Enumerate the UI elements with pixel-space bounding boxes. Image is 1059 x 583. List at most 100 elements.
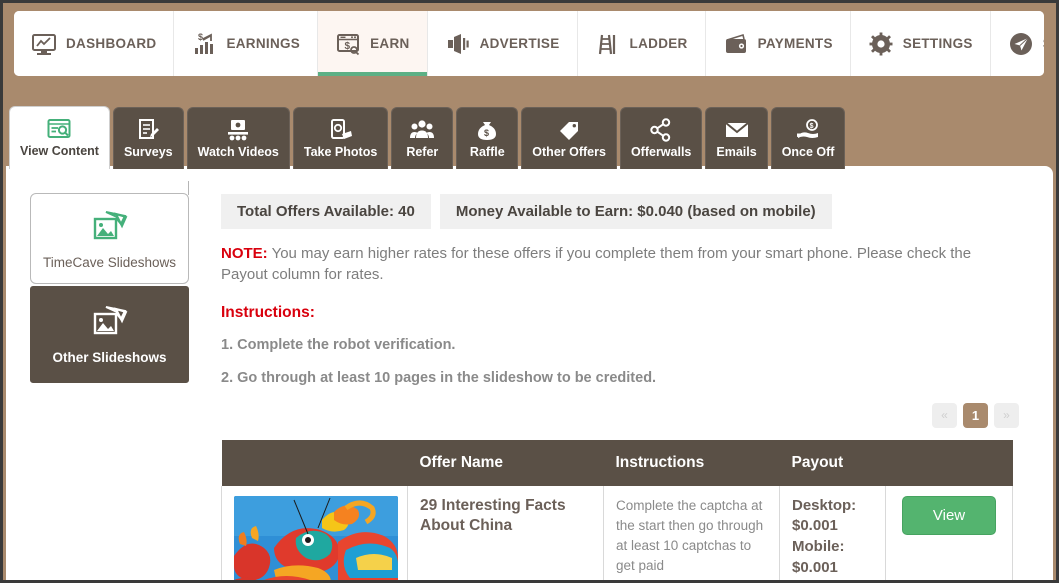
- nav-item-dashboard[interactable]: DASHBOARD: [14, 11, 175, 76]
- instructions-title: Instructions:: [221, 303, 315, 321]
- ladder-icon: [595, 31, 621, 57]
- tab-label-refer: Refer: [406, 145, 439, 159]
- nav-item-settings[interactable]: SETTINGS: [850, 11, 991, 76]
- header-action: [885, 439, 1013, 486]
- nav-item-earnings[interactable]: $ EARNINGS: [174, 11, 319, 76]
- tab-once-off[interactable]: $ Once Off: [770, 107, 846, 169]
- pagination-page-1-button[interactable]: 1: [963, 402, 988, 428]
- tab-other-offers[interactable]: Other Offers: [521, 107, 617, 169]
- tab-label-raffle: Raffle: [469, 145, 505, 159]
- advertise-megaphone-icon: [445, 31, 471, 57]
- nav-item-ladder[interactable]: LADDER: [577, 11, 706, 76]
- tab-watch-videos[interactable]: Watch Videos: [186, 107, 290, 169]
- offers-table: Offer Name Instructions Payout 29 Intere…: [221, 439, 1013, 580]
- tab-surveys[interactable]: Surveys: [112, 107, 184, 169]
- header-offer-name: Offer Name: [407, 439, 604, 486]
- offer-thumbnail-chinese-dragon[interactable]: [234, 495, 398, 580]
- nav-item-payments[interactable]: PAYMENTS: [705, 11, 851, 76]
- app-window: DASHBOARD $ EARNINGS $ EARN ADVERTISE LA…: [0, 0, 1059, 583]
- tab-label-view-content: View Content: [20, 144, 99, 158]
- settings-gear-icon: [868, 31, 894, 57]
- sidebar-item-other-slideshows[interactable]: Other Slideshows: [30, 286, 189, 384]
- total-offers-badge: Total Offers Available: 40: [221, 194, 431, 229]
- tab-raffle[interactable]: $ Raffle: [456, 107, 519, 169]
- content-panel: TimeCave Slideshows Other Slideshows Tot…: [6, 166, 1053, 580]
- offer-instructions-text: Complete the captcha at the start then g…: [616, 497, 764, 573]
- offers-table-header: Offer Name Instructions Payout: [221, 439, 1013, 486]
- note-label: NOTE:: [221, 245, 268, 262]
- tab-label-emails: Emails: [716, 145, 757, 159]
- tab-label-once-off: Once Off: [781, 145, 835, 159]
- svg-text:$: $: [198, 32, 203, 42]
- stats-row: Total Offers Available: 40 Money Availab…: [221, 194, 1021, 229]
- note-paragraph: NOTE: You may earn higher rates for thes…: [221, 243, 1001, 286]
- table-row: 29 Interesting Facts About China Complet…: [221, 485, 1013, 580]
- nav-label-dashboard: DASHBOARD: [66, 36, 157, 51]
- refer-people-icon: [409, 117, 435, 143]
- instructions-step-1: 1. Complete the robot verification.: [221, 336, 456, 353]
- nav-item-earn[interactable]: $ EARN: [318, 11, 428, 76]
- tab-label-take-photos: Take Photos: [303, 145, 378, 159]
- tab-offerwalls[interactable]: Offerwalls: [619, 107, 703, 169]
- sidebar-label-other-slideshows: Other Slideshows: [52, 350, 167, 366]
- offers-table-body: 29 Interesting Facts About China Complet…: [221, 485, 1013, 580]
- money-available-badge: Money Available to Earn: $0.040 (based o…: [439, 194, 832, 229]
- slideshow-images-icon: [90, 305, 130, 339]
- table-header-row: Offer Name Instructions Payout: [221, 439, 1013, 486]
- slideshow-images-icon: [90, 210, 130, 244]
- nav-label-support: SUPPORT: [1043, 36, 1044, 51]
- cell-payout: Desktop: $0.001 Mobile: $0.001: [779, 485, 886, 580]
- tab-take-photos[interactable]: Take Photos: [292, 107, 389, 169]
- instructions-step-2: 2. Go through at least 10 pages in the s…: [221, 369, 657, 386]
- tab-view-content[interactable]: View Content: [9, 106, 110, 169]
- tab-label-offerwalls: Offerwalls: [630, 145, 692, 159]
- offer-payout-text: Desktop: $0.001 Mobile: $0.001: [792, 496, 857, 576]
- pagination-next-button[interactable]: »: [994, 402, 1019, 428]
- raffle-money-bag-icon: $: [474, 117, 500, 143]
- offer-name-text: 29 Interesting Facts About China: [420, 496, 566, 534]
- tab-label-surveys: Surveys: [123, 145, 173, 159]
- nav-label-payments: PAYMENTS: [757, 36, 833, 51]
- main-content: Total Offers Available: 40 Money Availab…: [221, 194, 1021, 580]
- earnings-bar-chart-icon: $: [191, 31, 217, 57]
- nav-item-support[interactable]: SUPPORT: [990, 11, 1044, 76]
- offerwalls-share-icon: [648, 117, 674, 143]
- pagination-prev-button[interactable]: «: [932, 402, 957, 428]
- view-offer-button[interactable]: View: [901, 495, 997, 535]
- content-sidebar: TimeCave Slideshows Other Slideshows: [30, 181, 189, 384]
- tab-label-watch-videos: Watch Videos: [197, 145, 279, 159]
- once-off-hand-coin-icon: $: [795, 117, 821, 143]
- support-paper-plane-icon: [1008, 31, 1034, 57]
- tab-refer[interactable]: Refer: [391, 107, 454, 169]
- cell-offer-name: 29 Interesting Facts About China: [407, 485, 604, 580]
- payments-wallet-icon: [723, 31, 749, 57]
- primary-navigation: DASHBOARD $ EARNINGS $ EARN ADVERTISE LA…: [14, 11, 1044, 76]
- emails-envelope-icon: [724, 117, 750, 143]
- sidebar-label-timecave-slideshows: TimeCave Slideshows: [42, 255, 177, 270]
- header-thumbnail: [221, 439, 408, 486]
- nav-item-advertise[interactable]: ADVERTISE: [427, 11, 578, 76]
- nav-label-settings: SETTINGS: [902, 36, 973, 51]
- take-photos-icon: [328, 117, 354, 143]
- tab-emails[interactable]: Emails: [705, 107, 768, 169]
- sidebar-item-timecave-slideshows[interactable]: TimeCave Slideshows: [30, 193, 189, 285]
- watch-videos-icon: [225, 117, 251, 143]
- surveys-clipboard-icon: [135, 117, 161, 143]
- cell-thumbnail: [221, 485, 408, 580]
- note-text: You may earn higher rates for these offe…: [221, 245, 972, 284]
- pagination: « 1 »: [221, 402, 1021, 428]
- nav-label-earn: EARN: [370, 36, 410, 51]
- cell-instructions: Complete the captcha at the start then g…: [603, 485, 780, 580]
- nav-label-ladder: LADDER: [629, 36, 688, 51]
- nav-label-advertise: ADVERTISE: [479, 36, 560, 51]
- svg-text:$: $: [484, 128, 489, 138]
- secondary-tab-bar: View Content Surveys Watch Videos Take P…: [9, 106, 846, 169]
- sidebar-connector-line: [188, 181, 189, 195]
- view-content-icon: [46, 116, 72, 142]
- cell-action: View: [885, 485, 1013, 580]
- header-instructions: Instructions: [603, 439, 780, 486]
- nav-label-earnings: EARNINGS: [226, 36, 301, 51]
- svg-text:$: $: [810, 123, 814, 130]
- dashboard-monitor-icon: [31, 31, 57, 57]
- header-payout: Payout: [779, 439, 886, 486]
